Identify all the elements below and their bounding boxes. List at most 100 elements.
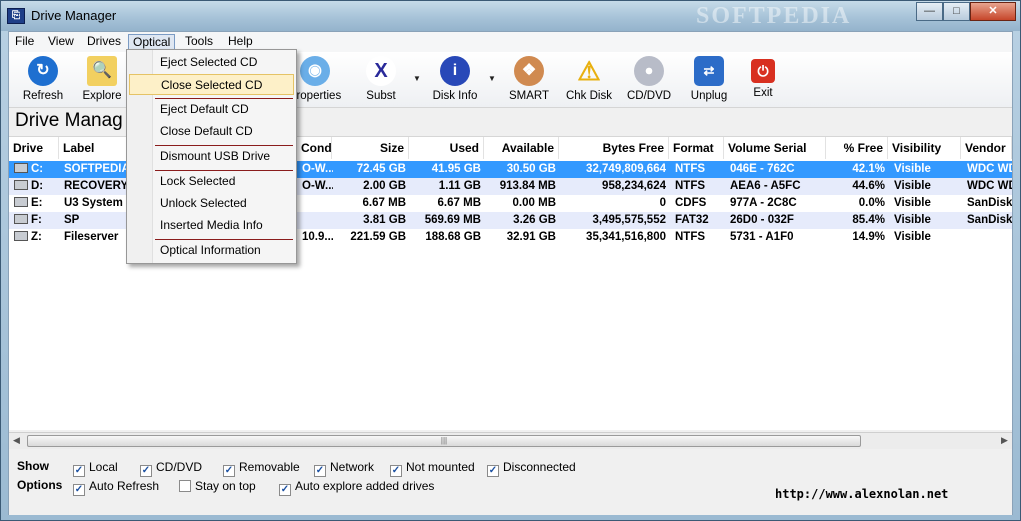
checkbox-icon: ✓ <box>140 465 152 477</box>
auto-refresh-checkbox[interactable]: ✓ Auto Refresh <box>73 479 159 496</box>
col-bytes-free[interactable]: Bytes Free <box>559 137 669 159</box>
drive-format: NTFS <box>675 231 706 243</box>
subst-dropdown-icon[interactable]: ▼ <box>413 74 421 83</box>
subst-label: Subst <box>366 90 396 102</box>
drive-visibility: Visible <box>894 197 931 209</box>
drive-used: 6.67 MB <box>437 197 481 209</box>
show-cddvd-label: CD/DVD <box>156 460 203 474</box>
drive-condition <box>299 212 333 229</box>
show-cddvd-checkbox[interactable]: ✓ CD/DVD <box>140 460 202 477</box>
col-available[interactable]: Available <box>484 137 559 159</box>
options-label: Options <box>17 478 63 492</box>
maximize-button[interactable]: □ <box>943 2 970 21</box>
drive-size: 221.59 GB <box>350 231 406 243</box>
unplug-icon: ⇄ <box>694 56 724 86</box>
disk-info-button[interactable]: i Disk Info <box>425 56 485 102</box>
col-condition[interactable]: Conditio... <box>297 137 332 159</box>
checkbox-icon: ✓ <box>487 465 499 477</box>
drive-letter: E: <box>31 197 43 209</box>
cd-dvd-button[interactable]: CD/DVD <box>619 56 679 102</box>
disk-info-dropdown-icon[interactable]: ▼ <box>488 74 496 83</box>
title-bar[interactable]: ⎘ Drive Manager SOFTPEDIA — □ ✕ <box>1 1 1020 31</box>
hard-drive-icon <box>14 163 28 173</box>
col-label[interactable]: Label <box>59 137 128 159</box>
show-removable-checkbox[interactable]: ✓ Removable <box>223 460 300 477</box>
menu-unlock-selected[interactable]: Unlock Selected <box>129 193 294 214</box>
drive-available: 30.50 GB <box>506 163 556 175</box>
app-window: ⎘ Drive Manager SOFTPEDIA — □ ✕ File Vie… <box>0 0 1021 521</box>
drive-size: 2.00 GB <box>363 180 406 192</box>
exit-icon: ⏻ <box>751 59 775 83</box>
scroll-right-icon[interactable]: ▶ <box>1001 435 1008 446</box>
menu-close-selected-cd[interactable]: Close Selected CD <box>129 74 294 95</box>
stay-on-top-checkbox[interactable]: Stay on top <box>179 479 256 493</box>
website-link[interactable]: http://www.alexnolan.net <box>775 487 948 501</box>
col-size[interactable]: Size <box>332 137 409 159</box>
col-format[interactable]: Format <box>669 137 724 159</box>
properties-icon: ◉ <box>300 56 330 86</box>
checkbox-icon <box>179 480 191 492</box>
menu-view[interactable]: View <box>44 34 78 51</box>
subst-icon: X <box>366 56 396 86</box>
menu-dismount-usb-drive[interactable]: Dismount USB Drive <box>129 146 294 167</box>
col-percent-free[interactable]: % Free <box>826 137 888 159</box>
scrollbar-thumb[interactable]: ||| <box>27 435 861 447</box>
drive-used: 188.68 GB <box>425 231 481 243</box>
exit-button[interactable]: ⏻ Exit <box>733 56 793 99</box>
drive-letter: D: <box>31 180 44 192</box>
refresh-button[interactable]: ↻ Refresh <box>13 56 73 102</box>
unplug-button[interactable]: ⇄ Unplug <box>679 56 739 102</box>
drive-bytes-free: 3,495,575,552 <box>592 214 666 226</box>
show-disconnected-checkbox[interactable]: ✓ Disconnected <box>487 460 576 477</box>
drive-label: RECOVERY <box>64 180 129 192</box>
drive-serial: 26D0 - 032F <box>730 214 794 226</box>
minimize-button[interactable]: — <box>916 2 943 21</box>
cd-drive-icon <box>14 197 28 207</box>
drive-percent-free: 44.6% <box>852 180 885 192</box>
drive-available: 913.84 MB <box>499 180 556 192</box>
menu-drives[interactable]: Drives <box>83 34 125 51</box>
drive-format: CDFS <box>675 197 707 209</box>
menu-optical-information[interactable]: Optical Information <box>129 240 294 261</box>
smart-button[interactable]: ❖ SMART <box>499 56 559 102</box>
checkbox-icon: ✓ <box>279 484 291 496</box>
show-network-label: Network <box>330 460 375 474</box>
col-used[interactable]: Used <box>409 137 484 159</box>
col-visibility[interactable]: Visibility <box>888 137 961 159</box>
drive-bytes-free: 35,341,516,800 <box>586 231 666 243</box>
menu-close-default-cd[interactable]: Close Default CD <box>129 121 294 142</box>
menu-inserted-media-info[interactable]: Inserted Media Info <box>129 215 294 236</box>
drive-percent-free: 14.9% <box>852 231 885 243</box>
drive-condition: O-W... <box>302 180 333 192</box>
col-drive[interactable]: Drive <box>9 137 59 159</box>
drive-visibility: Visible <box>894 180 931 192</box>
scroll-left-icon[interactable]: ◀ <box>13 435 20 446</box>
auto-explore-checkbox[interactable]: ✓ Auto explore added drives <box>279 479 434 496</box>
drive-size: 72.45 GB <box>356 163 406 175</box>
show-not-mounted-checkbox[interactable]: ✓ Not mounted <box>390 460 475 477</box>
checkbox-icon: ✓ <box>73 465 85 477</box>
hard-drive-icon <box>14 180 28 190</box>
close-button[interactable]: ✕ <box>970 2 1016 21</box>
checkbox-icon: ✓ <box>314 465 326 477</box>
menu-lock-selected[interactable]: Lock Selected <box>129 171 294 192</box>
menu-file[interactable]: File <box>11 34 38 51</box>
show-network-checkbox[interactable]: ✓ Network <box>314 460 374 477</box>
chk-disk-button[interactable]: ⚠ Chk Disk <box>559 56 619 102</box>
stay-on-top-label: Stay on top <box>195 479 256 493</box>
show-local-checkbox[interactable]: ✓ Local <box>73 460 118 477</box>
drive-bytes-free: 958,234,624 <box>602 180 666 192</box>
drive-vendor: WDC WD <box>967 180 1012 192</box>
info-icon: i <box>440 56 470 86</box>
drive-used: 1.11 GB <box>438 180 481 192</box>
subst-button[interactable]: X Subst <box>351 56 411 102</box>
col-vendor[interactable]: Vendor <box>961 137 1012 159</box>
explore-button[interactable]: 🔍 Explore <box>72 56 132 102</box>
menu-eject-selected-cd[interactable]: Eject Selected CD <box>129 52 294 73</box>
col-volume-serial[interactable]: Volume Serial <box>724 137 826 159</box>
horizontal-scrollbar[interactable]: ◀ ||| ▶ <box>9 432 1012 449</box>
menu-eject-default-cd[interactable]: Eject Default CD <box>129 99 294 120</box>
drive-percent-free: 85.4% <box>852 214 885 226</box>
smart-label: SMART <box>508 90 550 102</box>
drive-bytes-free: 0 <box>659 197 666 209</box>
